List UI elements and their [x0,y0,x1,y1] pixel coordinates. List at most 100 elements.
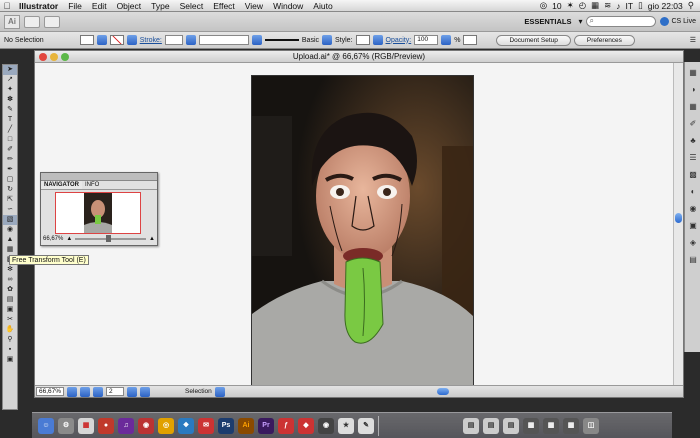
first-artboard-button[interactable] [80,386,91,397]
preferences-button[interactable]: Preferences [573,34,635,46]
panel-menu-icon[interactable]: ☰ [690,36,696,44]
stroke-weight-field[interactable] [164,35,183,45]
direct-selection-tool-icon[interactable]: ↗ [3,75,17,85]
color-guide-icon[interactable]: ◑ [687,85,699,95]
chrome-icon[interactable]: ◎ [158,417,174,434]
symbols-icon[interactable]: ♣ [687,136,699,146]
symbol-sprayer-tool-icon[interactable]: ✿ [3,285,17,295]
last-artboard-button[interactable] [140,386,151,397]
free-transform-tool-icon[interactable]: ▧ [3,215,17,225]
navigator-preview[interactable] [55,192,141,234]
menu-help[interactable]: Aiuto [308,1,337,11]
calendar-icon[interactable]: ▦ [78,417,94,434]
style-swatch[interactable] [355,35,370,45]
clock[interactable]: gio 22:03 [648,1,683,11]
help-search-input[interactable] [586,16,657,27]
mesh-tool-icon[interactable]: ▦ [3,245,17,255]
workspace-switcher[interactable]: ESSENTIALS [521,16,574,27]
rectangle-tool-icon[interactable]: □ [3,135,17,145]
spotlight-icon[interactable]: ⚲ [688,0,694,11]
stroke-label[interactable]: Stroke: [140,37,162,44]
width-tool-icon[interactable]: ∽ [3,205,17,215]
bridge-button[interactable] [24,15,40,28]
blob-brush-tool-icon[interactable]: ✒ [3,165,17,175]
preview-icon[interactable]: ★ [338,417,354,434]
screen-mode-icon[interactable]: ▣ [3,355,17,365]
app-red-icon[interactable]: ● [98,417,114,434]
menu-select[interactable]: Select [175,1,209,11]
magic-wand-tool-icon[interactable]: ✦ [3,85,17,95]
next-artboard-button[interactable] [127,386,138,397]
app-circle-icon[interactable]: ◉ [138,417,154,434]
cs-live-button[interactable]: CS Live [660,17,696,26]
menu-type[interactable]: Type [146,1,174,11]
bluetooth-icon[interactable]: ✶ [567,0,574,11]
graph-tool-icon[interactable]: ▤ [3,295,17,305]
chevron-down-icon[interactable]: ▾ [578,17,582,26]
lasso-tool-icon[interactable]: ✽ [3,95,17,105]
image-stack-icon[interactable]: ▦ [523,417,539,434]
illustrator-icon[interactable]: Ai [238,417,254,434]
launchpad-icon[interactable]: ⚙ [58,417,74,434]
zoom-tool-icon[interactable]: ⚲ [3,335,17,345]
perspective-tool-icon[interactable]: ▲ [3,235,17,245]
itunes-icon[interactable]: ♫ [118,417,134,434]
fill-stroke-icon[interactable]: ▪ [3,345,17,355]
scale-tool-icon[interactable]: ⇱ [3,195,17,205]
documents-stack-icon[interactable]: ▤ [483,417,499,434]
opacity-field[interactable]: 100 [414,35,439,45]
eraser-tool-icon[interactable]: ▢ [3,175,17,185]
navigator-zoom-slider[interactable] [75,234,147,242]
adobe-updates-icon[interactable]: ◎ [540,0,547,11]
language-flag[interactable]: IT [626,1,634,11]
app-dark-icon[interactable]: ◉ [318,417,334,434]
shape-builder-tool-icon[interactable]: ◉ [3,225,17,235]
safari-icon[interactable]: ❖ [178,417,194,434]
image-stack-3-icon[interactable]: ▦ [563,417,579,434]
image-stack-2-icon[interactable]: ▦ [543,417,559,434]
zoom-field[interactable]: 66,67% [36,387,65,396]
menu-edit[interactable]: Edit [87,1,112,11]
menu-view[interactable]: View [240,1,268,11]
zoom-icon[interactable] [61,53,69,61]
transparency-icon[interactable]: ◐ [687,187,699,197]
zoom-out-icon[interactable]: ▲ [66,236,72,242]
rotate-tool-icon[interactable]: ↻ [3,185,17,195]
menu-file[interactable]: File [63,1,87,11]
close-icon[interactable] [39,53,47,61]
color-panel-icon[interactable]: ▦ [687,68,699,78]
brushes-icon[interactable]: ✐ [687,119,699,129]
fill-dropdown[interactable] [96,35,107,45]
placed-photo[interactable] [252,76,473,387]
stroke-panel-icon[interactable]: ☰ [687,153,699,163]
slice-tool-icon[interactable]: ✂ [3,315,17,325]
line-tool-icon[interactable]: ╱ [3,125,17,135]
style-dropdown[interactable] [372,35,383,45]
vertical-scroll-thumb[interactable] [675,213,682,223]
recolor-artwork-button[interactable] [463,35,478,45]
prev-artboard-button[interactable] [93,386,104,397]
brush-dropdown[interactable] [322,35,333,45]
fill-swatch[interactable] [79,35,94,45]
input-icon[interactable]: ▦ [591,0,599,11]
menu-object[interactable]: Object [112,1,147,11]
appearance-icon[interactable]: ◉ [687,204,699,214]
vertical-scrollbar[interactable] [673,63,683,387]
artboards-icon[interactable]: ▤ [687,255,699,265]
graphic-styles-icon[interactable]: ▣ [687,221,699,231]
timemachine-icon[interactable]: ◴ [579,0,586,11]
minimize-icon[interactable] [50,53,58,61]
tab-navigator[interactable]: NAVIGATOR [41,181,83,189]
folder-stack-icon[interactable]: ▤ [503,417,519,434]
horizontal-scroll-thumb[interactable] [437,388,449,395]
finder-icon[interactable]: ☺ [38,417,54,434]
gradient-panel-icon[interactable]: ▩ [687,170,699,180]
trash-icon[interactable]: ◫ [583,417,599,434]
tab-info[interactable]: INFO [82,181,102,189]
menu-effect[interactable]: Effect [208,1,240,11]
artboard[interactable] [251,75,474,387]
variable-width-field[interactable] [198,35,249,45]
flash-icon[interactable]: ƒ [278,417,294,434]
wifi-icon[interactable]: ≋ [604,0,611,11]
battery-icon[interactable]: ▯ [638,0,643,11]
